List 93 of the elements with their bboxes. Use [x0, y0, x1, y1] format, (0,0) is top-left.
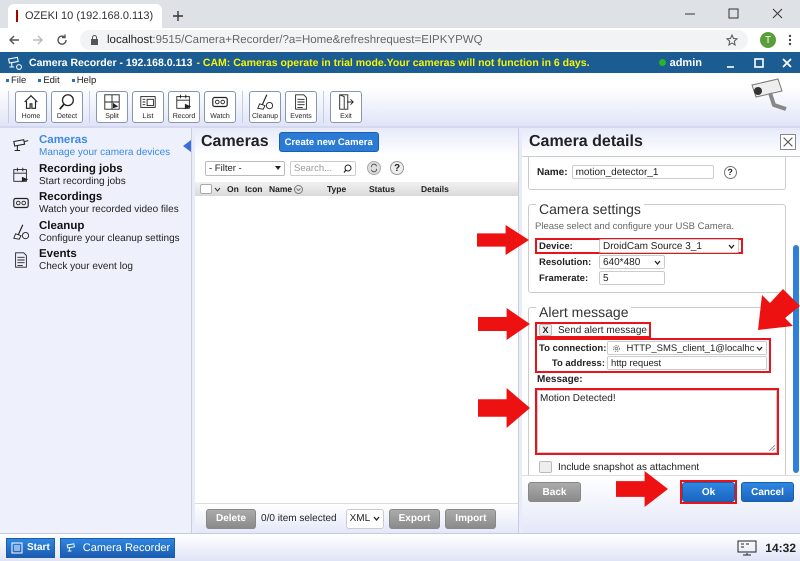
- sidebar-item[interactable]: Recording jobs Start recording jobs: [0, 162, 191, 191]
- field-label: Name:: [537, 166, 568, 178]
- taskbar-app[interactable]: Camera Recorder: [60, 538, 176, 558]
- selection-count: 0/0 item selected: [261, 513, 337, 524]
- clock: 14:32: [765, 540, 796, 554]
- caret-icon[interactable]: [372, 516, 380, 521]
- star-icon[interactable]: [726, 34, 738, 46]
- start-button[interactable]: Start: [6, 538, 55, 558]
- menu-item[interactable]: File: [6, 74, 26, 86]
- monitor-icon[interactable]: [737, 540, 758, 556]
- resize-grip-icon[interactable]: [769, 445, 775, 451]
- pointer-arrow: [758, 289, 800, 330]
- checkbox[interactable]: [539, 461, 552, 473]
- search-icon: [343, 164, 352, 172]
- field-label: Framerate:: [539, 272, 590, 284]
- dialog-button[interactable]: Ok: [682, 482, 735, 502]
- column-header[interactable]: Name: [269, 184, 292, 194]
- group-legend: Alert message: [536, 304, 632, 320]
- checkbox-label: Send alert message: [558, 324, 647, 336]
- cleanup-icon: [256, 92, 274, 110]
- dropdown[interactable]: HTTP_SMS_client_1@localhc: [607, 341, 767, 355]
- field-label: Device:: [539, 240, 574, 252]
- reload-icon[interactable]: [56, 34, 68, 46]
- document-icon: [12, 251, 30, 269]
- url-text: localhost:9515/Camera+Recorder/?a=Home&refreshrequest=EIPKYPWQ: [107, 34, 483, 46]
- trial-notice: - CAM: Cameras operate in trial mode.Your cameras will not function in 6 days.: [196, 56, 590, 68]
- split-icon: [103, 92, 121, 110]
- menu-item[interactable]: Edit: [38, 74, 60, 86]
- menu-icon[interactable]: [788, 34, 792, 46]
- caret-icon[interactable]: [214, 186, 221, 192]
- menu-item[interactable]: Help: [72, 74, 96, 86]
- select-all-checkbox[interactable]: [200, 184, 212, 194]
- sidebar-item[interactable]: Cleanup Configure your cleanup settings: [0, 220, 191, 248]
- group-legend: Camera settings: [536, 201, 644, 217]
- input-field[interactable]: 5: [599, 271, 665, 285]
- sidebar-item[interactable]: Recordings Watch your recorded video files: [0, 191, 191, 220]
- status-dot: [658, 59, 666, 66]
- events-icon: [292, 92, 310, 110]
- home-icon: [22, 92, 40, 110]
- input-field[interactable]: motion_detector_1: [572, 165, 714, 179]
- sort-icon[interactable]: [294, 184, 304, 194]
- maximize-icon[interactable]: [754, 58, 764, 68]
- help-button[interactable]: ?: [724, 166, 737, 178]
- field-label: To address:: [550, 358, 605, 368]
- address-bar[interactable]: localhost:9515/Camera+Recorder/?a=Home&refreshrequest=EIPKYPWQ: [80, 30, 748, 50]
- pointer-arrow: [477, 225, 529, 255]
- column-header[interactable]: Icon: [245, 184, 262, 194]
- caret-icon[interactable]: [756, 346, 763, 350]
- user-name: admin: [670, 56, 702, 68]
- broom-icon: [12, 222, 30, 240]
- back-icon[interactable]: [8, 34, 20, 46]
- column-header[interactable]: Details: [421, 184, 449, 194]
- close-icon[interactable]: [780, 134, 796, 150]
- record-icon: [175, 92, 193, 110]
- caret-icon[interactable]: [275, 166, 281, 170]
- panel-title: Cameras: [201, 133, 269, 151]
- field-label: To connection:: [539, 342, 605, 354]
- search-icon: [58, 92, 76, 110]
- pointer-arrow: [616, 471, 668, 507]
- dropdown[interactable]: DroidCam Source 3_1: [599, 239, 739, 253]
- gear-icon: [611, 342, 622, 354]
- camera-icon: [5, 54, 25, 70]
- message-field[interactable]: Motion Detected!: [537, 390, 777, 453]
- hint-text: Please select and configure your USB Camera.: [535, 221, 736, 232]
- exit-icon: [337, 92, 355, 110]
- filter-dropdown[interactable]: - Filter -: [205, 160, 285, 176]
- scrollbar[interactable]: [793, 245, 799, 473]
- pointer-arrow: [478, 388, 530, 428]
- caret-icon[interactable]: [654, 260, 661, 264]
- input-field[interactable]: http request: [607, 356, 767, 370]
- lock-icon: [90, 35, 99, 45]
- dropdown[interactable]: 640*480: [599, 255, 665, 269]
- panel-title: Camera details: [529, 133, 643, 151]
- pointer-arrow: [478, 308, 530, 340]
- column-header[interactable]: On: [227, 184, 239, 194]
- calendar-icon: [12, 166, 30, 184]
- app-title: Camera Recorder - 192.168.0.113: [29, 56, 192, 68]
- help-button[interactable]: ?: [390, 161, 404, 175]
- format-dropdown[interactable]: XML: [346, 508, 384, 528]
- create-button[interactable]: Create new Camera: [278, 132, 379, 152]
- checkbox-label: Include snapshot as attachment: [558, 462, 700, 472]
- refresh-icon[interactable]: [367, 161, 381, 175]
- new-tab-icon[interactable]: [172, 10, 184, 22]
- field-label: Resolution:: [539, 256, 592, 268]
- sidebar-item[interactable]: Events Check your event log: [0, 248, 191, 276]
- dialog-button[interactable]: Cancel: [741, 482, 794, 502]
- checkbox[interactable]: X: [539, 324, 552, 336]
- field-label: Message:: [537, 374, 583, 386]
- column-header[interactable]: Status: [369, 184, 395, 194]
- browser-tab[interactable]: OZEKI 10 (192.168.0.113): [8, 4, 162, 28]
- column-header[interactable]: Type: [327, 184, 346, 194]
- caret-icon[interactable]: [728, 244, 735, 248]
- start-icon: [11, 542, 23, 554]
